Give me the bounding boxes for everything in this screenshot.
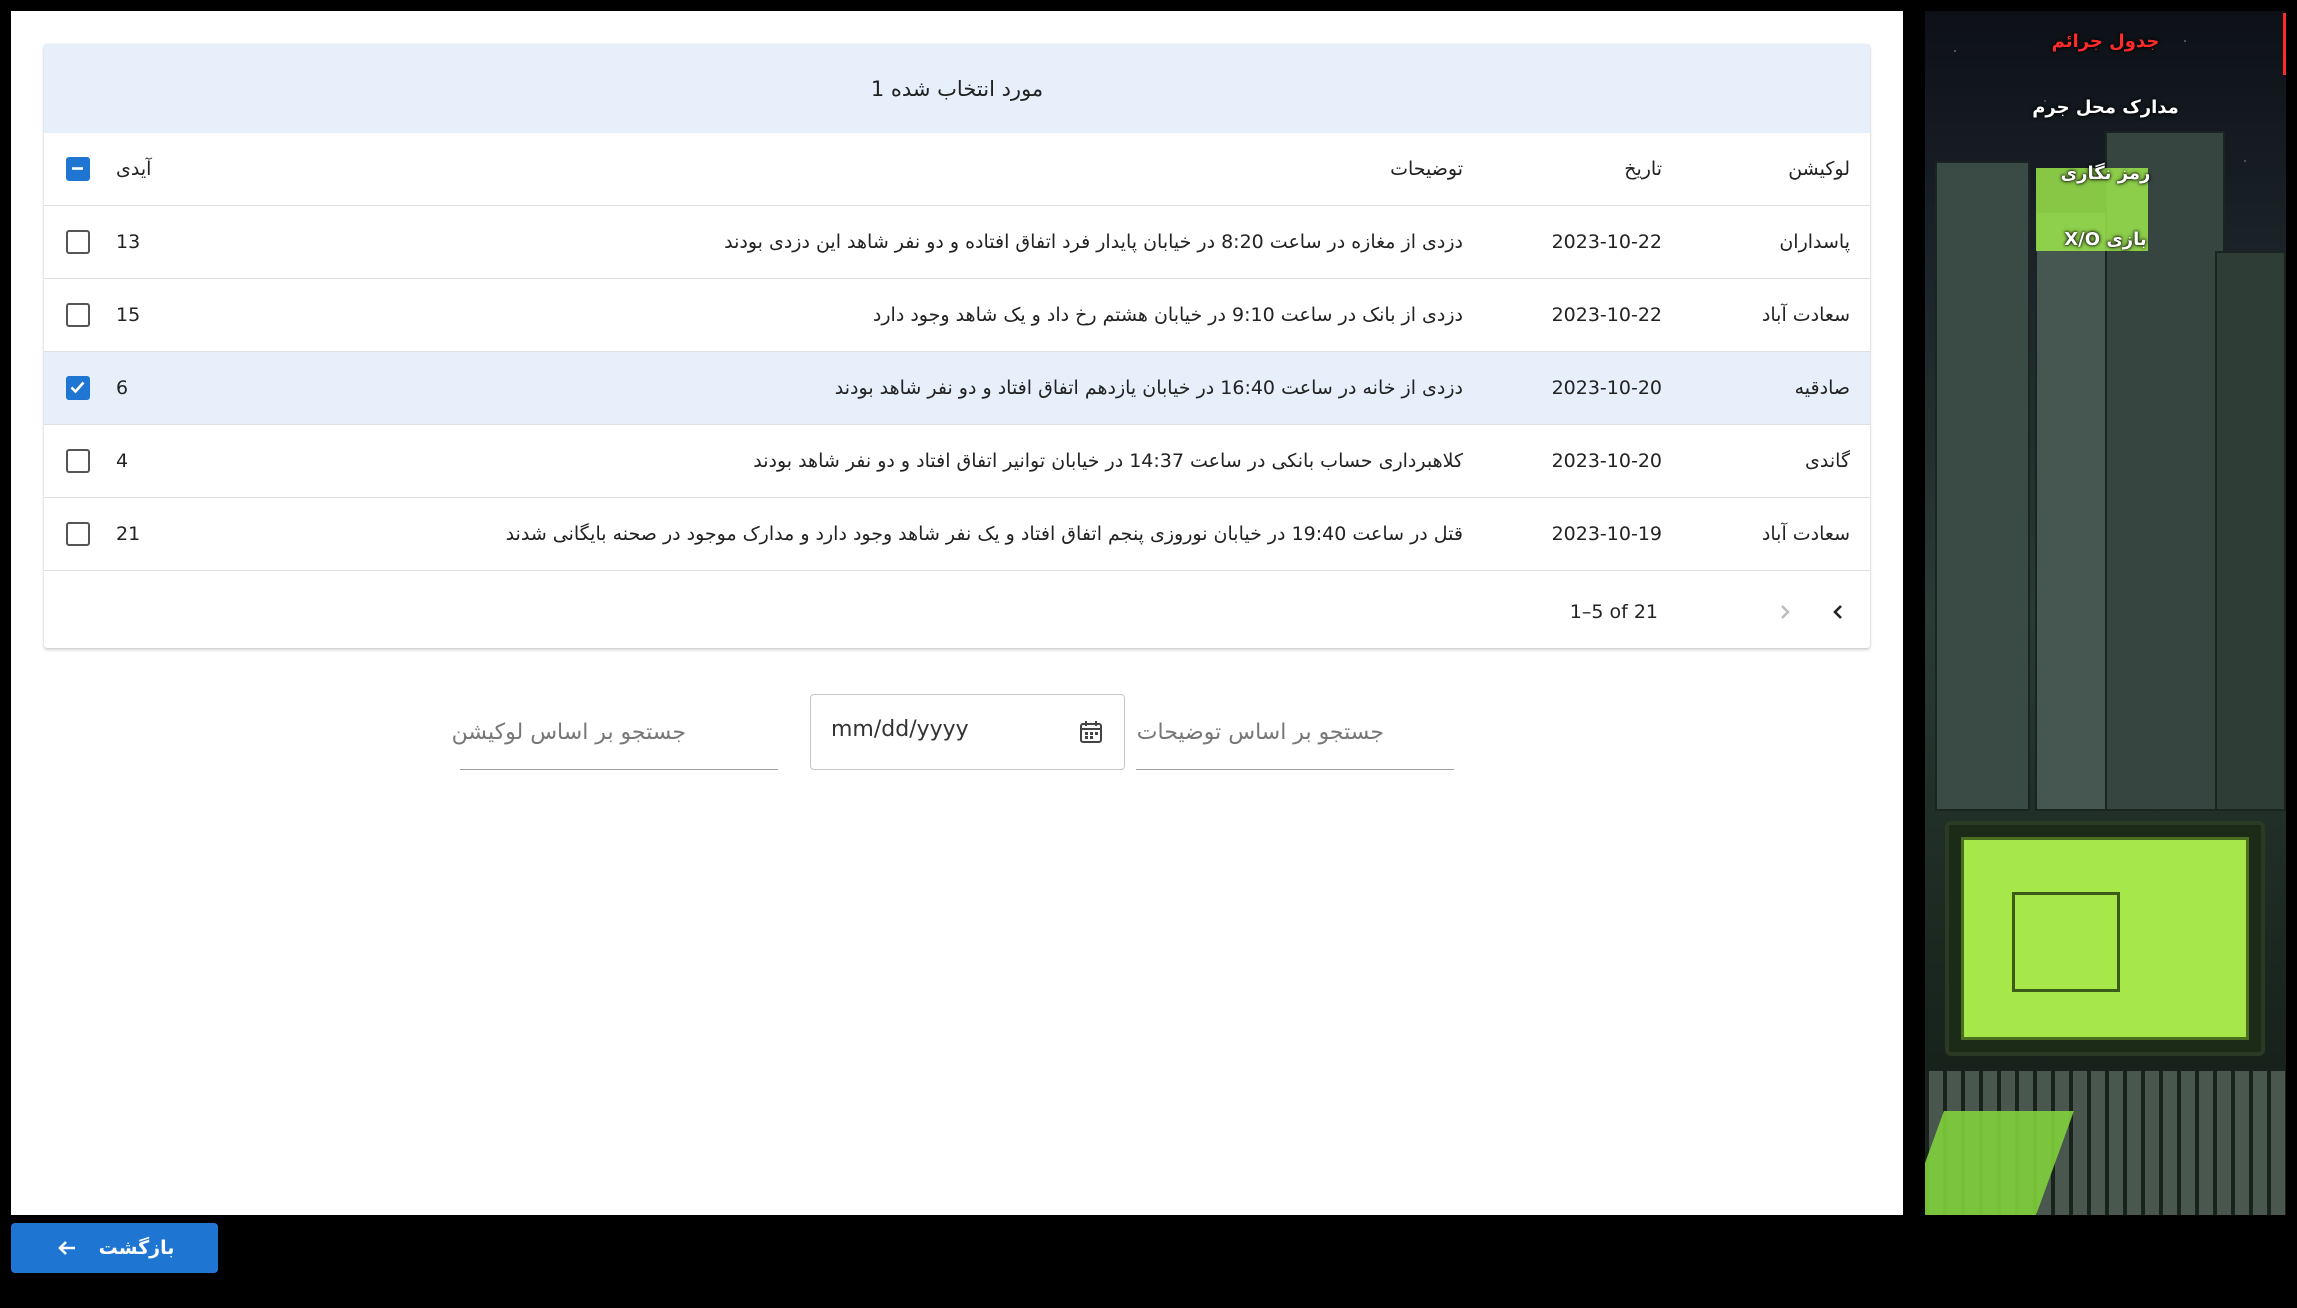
- sidebar-item-crimes-table[interactable]: جدول جرائم: [1925, 31, 2286, 52]
- description-search-field[interactable]: جستجو بر اساس توضیحات: [1136, 694, 1454, 770]
- cell-id: 15: [116, 304, 141, 326]
- table-row[interactable]: سعادت آباد 2023-10-22 دزدی از بانک در ساعت…: [44, 279, 1870, 352]
- sidebar-item-crime-scene-evidence[interactable]: مدارک محل جرم: [1925, 97, 2286, 118]
- cell-description: کلاهبرداری حساب بانکی در ساعت 14:37 در خ…: [753, 450, 1463, 472]
- table-row[interactable]: گاندی 2023-10-20 کلاهبرداری حساب بانکی در …: [44, 425, 1870, 498]
- cell-description: دزدی از بانک در ساعت 9:10 در خیابان هشتم…: [872, 304, 1463, 326]
- back-button[interactable]: بازگشت: [11, 1223, 218, 1273]
- header-location[interactable]: لوکیشن: [1788, 158, 1850, 180]
- description-search-input[interactable]: جستجو بر اساس توضیحات: [1137, 720, 1384, 745]
- computer-monitor-illustration: [1945, 821, 2265, 1056]
- pagination: 1–5 of 21: [44, 575, 1870, 648]
- cell-description: دزدی از خانه در ساعت 16:40 در خیابان یاز…: [834, 377, 1463, 399]
- cell-id: 4: [116, 450, 129, 472]
- row-checkbox[interactable]: [66, 303, 90, 327]
- location-search-field[interactable]: جستجو بر اساس لوکیشن: [452, 694, 778, 770]
- table-row[interactable]: صادقیه 2023-10-20 دزدی از خانه در ساعت 16:…: [44, 352, 1870, 425]
- table-header-row: لوکیشن تاریخ توضیحات آیدی: [44, 133, 1870, 206]
- cell-date: 2023-10-20: [1551, 377, 1662, 399]
- next-page-icon[interactable]: [1823, 597, 1853, 627]
- building-illustration: [2215, 251, 2286, 811]
- calendar-icon[interactable]: [1078, 719, 1104, 745]
- cell-id: 6: [116, 377, 129, 399]
- table-row[interactable]: سعادت آباد 2023-10-19 قتل در ساعت 19:40 در…: [44, 498, 1870, 571]
- select-all-checkbox[interactable]: [66, 157, 90, 181]
- back-button-label: بازگشت: [98, 1237, 175, 1259]
- cell-location: گاندی: [1805, 450, 1850, 472]
- header-id[interactable]: آیدی: [116, 158, 151, 180]
- row-checkbox[interactable]: [66, 230, 90, 254]
- crimes-table: مورد انتخاب شده 1 لوکیشن تاریخ توضیحات آ…: [44, 44, 1870, 648]
- cell-date: 2023-10-22: [1551, 304, 1662, 326]
- sidebar-item-cryptography[interactable]: رمز نگاری: [1925, 163, 2286, 184]
- cell-description: دزدی از مغازه در ساعت 8:20 در خیابان پای…: [724, 231, 1463, 253]
- table-row[interactable]: پاسداران 2023-10-22 دزدی از مغازه در ساعت …: [44, 206, 1870, 279]
- date-placeholder: mm/dd/yyyy: [831, 717, 969, 742]
- selection-count-label: مورد انتخاب شده 1: [870, 76, 1044, 101]
- cell-location: صادقیه: [1794, 377, 1850, 399]
- previous-page-icon[interactable]: [1770, 597, 1800, 627]
- cell-date: 2023-10-22: [1551, 231, 1662, 253]
- cell-date: 2023-10-20: [1551, 450, 1662, 472]
- row-checkbox[interactable]: [66, 449, 90, 473]
- cell-location: سعادت آباد: [1761, 523, 1850, 545]
- header-date[interactable]: تاریخ: [1624, 158, 1662, 180]
- cell-description: قتل در ساعت 19:40 در خیابان نوروزی پنجم …: [505, 523, 1463, 545]
- cell-id: 21: [116, 523, 141, 545]
- cell-id: 13: [116, 231, 141, 253]
- selection-count-bar: مورد انتخاب شده 1: [44, 44, 1870, 133]
- arrow-left-icon: [57, 1241, 75, 1255]
- location-search-input[interactable]: جستجو بر اساس لوکیشن: [452, 720, 686, 745]
- pagination-range: 1–5 of 21: [1569, 600, 1658, 623]
- cell-location: سعادت آباد: [1761, 304, 1850, 326]
- cell-date: 2023-10-19: [1551, 523, 1662, 545]
- sidebar-item-xo-game[interactable]: بازی X/O: [1925, 229, 2286, 250]
- building-illustration: [1935, 161, 2030, 811]
- date-filter-input[interactable]: mm/dd/yyyy: [810, 694, 1125, 770]
- main-panel: مورد انتخاب شده 1 لوکیشن تاریخ توضیحات آ…: [11, 11, 1903, 1215]
- row-checkbox[interactable]: [66, 376, 90, 400]
- cell-location: پاسداران: [1779, 231, 1850, 253]
- sidebar: جدول جرائم مدارک محل جرم رمز نگاری بازی …: [1925, 11, 2286, 1215]
- row-checkbox[interactable]: [66, 522, 90, 546]
- header-description[interactable]: توضیحات: [1390, 158, 1463, 180]
